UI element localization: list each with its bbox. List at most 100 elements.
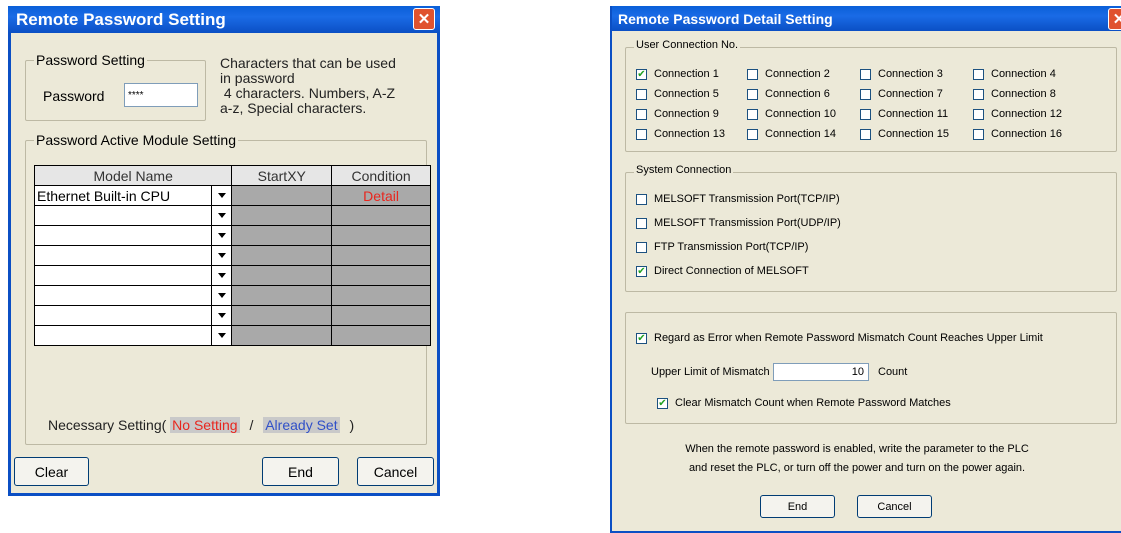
end-button[interactable]: End [262,457,339,486]
model-dropdown-button[interactable] [211,185,233,206]
checkbox-box[interactable] [973,128,984,140]
condition-cell[interactable] [331,305,431,326]
checkbox-box[interactable] [636,88,647,100]
close-icon[interactable]: ✕ [1108,8,1121,30]
system-connection-checkbox[interactable]: FTP Transmission Port(TCP/IP) [636,241,808,253]
checkbox-label: Connection 8 [991,88,1056,100]
system-connection-checkbox[interactable]: ✔ Direct Connection of MELSOFT [636,265,809,277]
condition-cell[interactable] [331,205,431,226]
connection-checkbox[interactable]: Connection 3 [860,68,943,80]
startxy-cell [231,325,333,346]
checkbox-box[interactable]: ✔ [657,397,668,409]
condition-cell[interactable]: Detail [331,185,431,206]
cancel-button[interactable]: Cancel [357,457,434,486]
checkbox-label: Connection 5 [654,88,719,100]
model-dropdown-button[interactable] [211,325,233,346]
model-name-cell[interactable] [33,205,213,226]
model-dropdown-button[interactable] [211,285,233,306]
checkbox-label: Connection 12 [991,108,1062,120]
regard-error-checkbox[interactable]: ✔ Regard as Error when Remote Password M… [636,332,1043,344]
necessary-setting-legend: Necessary Setting( No Setting / Already … [48,417,354,433]
connection-checkbox[interactable]: Connection 4 [973,68,1056,80]
model-name-cell[interactable] [33,325,213,346]
mismatch-group: ✔ Regard as Error when Remote Password M… [625,312,1117,424]
checkbox-box[interactable] [636,108,647,120]
system-connection-checkbox[interactable]: MELSOFT Transmission Port(TCP/IP) [636,193,840,205]
checkbox-box[interactable]: ✔ [636,332,647,344]
condition-cell[interactable] [331,285,431,306]
connection-checkbox[interactable]: ✔ Connection 1 [636,68,719,80]
checkbox-box[interactable] [747,108,758,120]
connection-checkbox[interactable]: Connection 2 [747,68,830,80]
checkbox-box[interactable] [860,68,871,80]
condition-cell[interactable] [331,225,431,246]
password-label: Password [43,88,105,104]
legend-suffix: ) [349,417,355,433]
end-button[interactable]: End [760,495,835,518]
condition-cell[interactable] [331,265,431,286]
model-name-cell[interactable]: Ethernet Built-in CPU [33,185,213,206]
note-line: When the remote password is enabled, wri… [685,443,1029,455]
connection-checkbox[interactable]: Connection 7 [860,88,943,100]
module-row [33,265,431,286]
connection-checkbox[interactable]: Connection 6 [747,88,830,100]
model-name-value [35,228,37,244]
connection-checkbox[interactable]: Connection 10 [747,108,836,120]
checkbox-box[interactable] [636,241,647,253]
model-dropdown-button[interactable] [211,205,233,226]
model-name-cell[interactable] [33,265,213,286]
startxy-cell [231,285,333,306]
checkbox-box[interactable] [973,68,984,80]
connection-checkbox[interactable]: Connection 14 [747,128,836,140]
dialog-title-bar: Remote Password Detail Setting [612,6,1121,31]
connection-checkbox[interactable]: Connection 15 [860,128,949,140]
connection-checkbox[interactable]: Connection 11 [860,108,948,120]
startxy-cell [231,265,333,286]
checkbox-box[interactable] [747,68,758,80]
chevron-down-icon [217,313,226,318]
checkbox-box[interactable]: ✔ [636,68,647,80]
connection-checkbox[interactable]: Connection 9 [636,108,719,120]
checkbox-box[interactable] [636,193,647,205]
condition-cell[interactable] [331,245,431,266]
checkbox-box[interactable] [973,108,984,120]
cancel-button[interactable]: Cancel [857,495,932,518]
checkbox-box[interactable] [747,88,758,100]
model-name-cell[interactable] [33,305,213,326]
connection-checkbox[interactable]: Connection 16 [973,128,1062,140]
checkbox-box[interactable]: ✔ [636,265,647,277]
module-setting-legend: Password Active Module Setting [34,132,238,148]
condition-cell[interactable] [331,325,431,346]
model-name-cell[interactable] [33,225,213,246]
clear-mismatch-checkbox[interactable]: ✔ Clear Mismatch Count when Remote Passw… [657,397,951,409]
password-hint: Characters that can be used in password … [220,56,396,116]
clear-button[interactable]: Clear [14,457,89,486]
checkbox-box[interactable] [860,108,871,120]
checkbox-box[interactable] [860,128,871,140]
password-setting-legend: Password Setting [34,52,147,68]
model-dropdown-button[interactable] [211,225,233,246]
column-header-startxy: StartXY [231,165,333,186]
startxy-cell [231,245,333,266]
connection-checkbox[interactable]: Connection 13 [636,128,725,140]
connection-checkbox[interactable]: Connection 8 [973,88,1056,100]
password-note: When the remote password is enabled, wri… [612,440,1102,478]
connection-checkbox[interactable]: Connection 12 [973,108,1062,120]
checkbox-box[interactable] [636,217,647,229]
upper-limit-input[interactable] [773,363,869,381]
model-name-cell[interactable] [33,285,213,306]
model-name-cell[interactable] [33,245,213,266]
model-dropdown-button[interactable] [211,265,233,286]
checkbox-box[interactable] [747,128,758,140]
dialog-title-bar: Remote Password Setting [8,6,440,33]
model-dropdown-button[interactable] [211,245,233,266]
connection-checkbox[interactable]: Connection 5 [636,88,719,100]
checkbox-label: Connection 11 [878,108,949,120]
checkbox-box[interactable] [973,88,984,100]
checkbox-box[interactable] [636,128,647,140]
model-dropdown-button[interactable] [211,305,233,326]
password-input[interactable] [124,83,198,107]
close-icon[interactable]: ✕ [413,8,435,30]
checkbox-box[interactable] [860,88,871,100]
system-connection-checkbox[interactable]: MELSOFT Transmission Port(UDP/IP) [636,217,841,229]
